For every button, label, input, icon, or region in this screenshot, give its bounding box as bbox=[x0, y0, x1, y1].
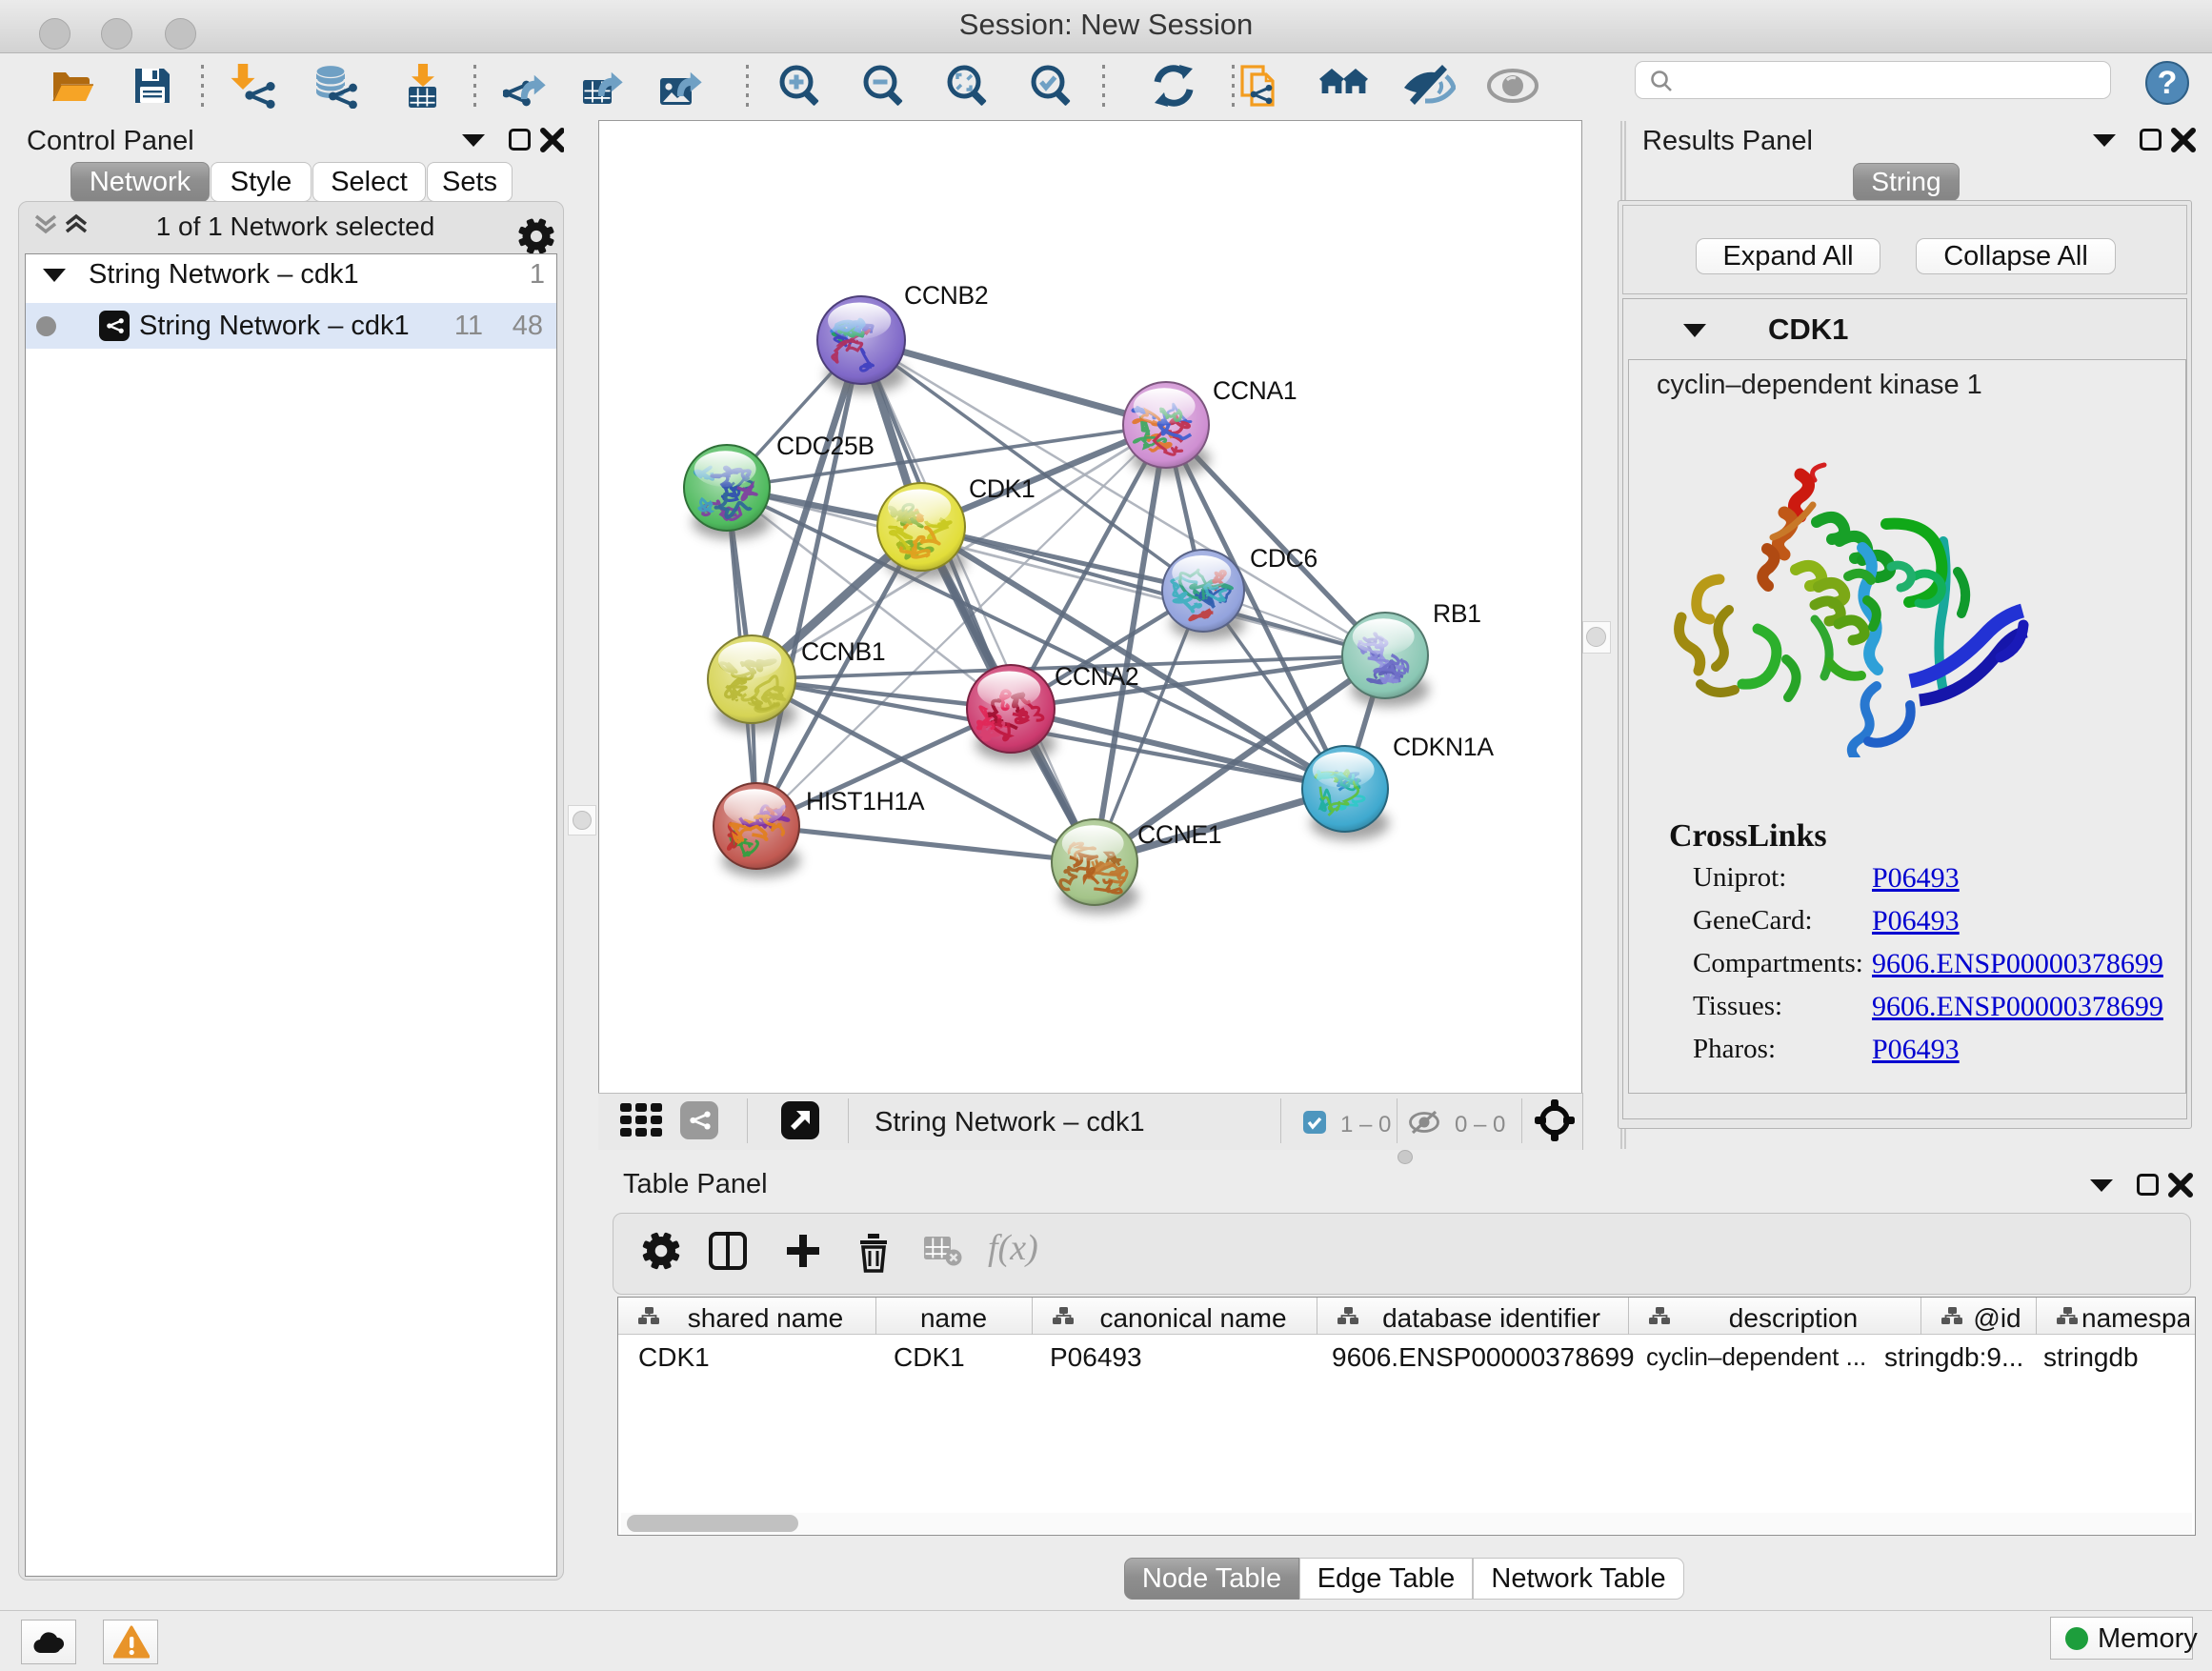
svg-text:HIST1H1A: HIST1H1A bbox=[806, 787, 925, 815]
svg-text:RB1: RB1 bbox=[1433, 599, 1481, 628]
svg-text:CCNA2: CCNA2 bbox=[1055, 662, 1138, 691]
svg-text:CDK1: CDK1 bbox=[969, 474, 1036, 503]
svg-text:CCNB1: CCNB1 bbox=[801, 637, 885, 666]
svg-text:CDC6: CDC6 bbox=[1250, 544, 1317, 573]
svg-text:CCNE1: CCNE1 bbox=[1137, 820, 1221, 849]
svg-text:CCNB2: CCNB2 bbox=[904, 281, 988, 310]
svg-text:CCNA1: CCNA1 bbox=[1213, 376, 1297, 405]
svg-text:CDC25B: CDC25B bbox=[776, 432, 875, 460]
svg-text:CDKN1A: CDKN1A bbox=[1393, 733, 1494, 761]
